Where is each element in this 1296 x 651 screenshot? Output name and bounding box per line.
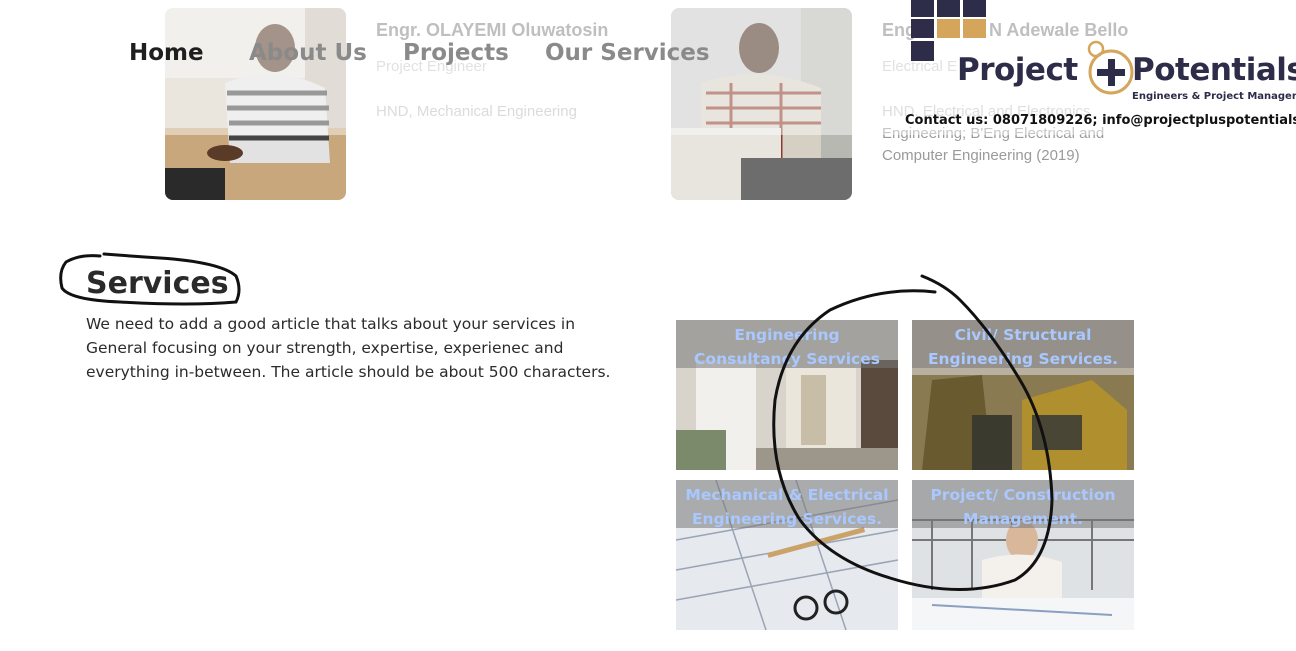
logo-tagline: Engineers & Project Managers — [1132, 91, 1296, 102]
service-tile-mechanical-electrical[interactable]: Mechanical & Electrical Engineering Serv… — [676, 480, 898, 630]
nav-home-link[interactable]: Home — [129, 40, 204, 66]
tile-label: Mechanical & Electrical Engineering Serv… — [685, 486, 889, 528]
logo-text-potentials: Potentials — [1132, 52, 1296, 88]
service-tile-engineering-consultancy[interactable]: Engineering Consultancy Services — [676, 320, 898, 470]
tile-label: Project/ Construction Management. — [930, 486, 1116, 528]
tile-label: Civil/ Structural Engineering Services. — [927, 326, 1119, 368]
service-tile-project-construction[interactable]: Project/ Construction Management. — [912, 480, 1134, 630]
logo-text-project: Project — [957, 52, 1078, 88]
tile-label: Engineering Consultancy Services — [694, 326, 880, 368]
service-tile-civil-structural[interactable]: Civil/ Structural Engineering Services. — [912, 320, 1134, 470]
nav-about-link[interactable]: About Us — [249, 40, 367, 66]
contact-info: Contact us: 08071809226; info@projectplu… — [905, 113, 1296, 128]
team-qualification-2-line3: Computer Engineering (2019) — [882, 147, 1080, 164]
services-heading: Services — [86, 266, 229, 301]
nav-services-link[interactable]: Our Services — [545, 40, 710, 66]
services-description: We need to add a good article that talks… — [86, 315, 611, 381]
nav-projects-link[interactable]: Projects — [403, 40, 509, 66]
